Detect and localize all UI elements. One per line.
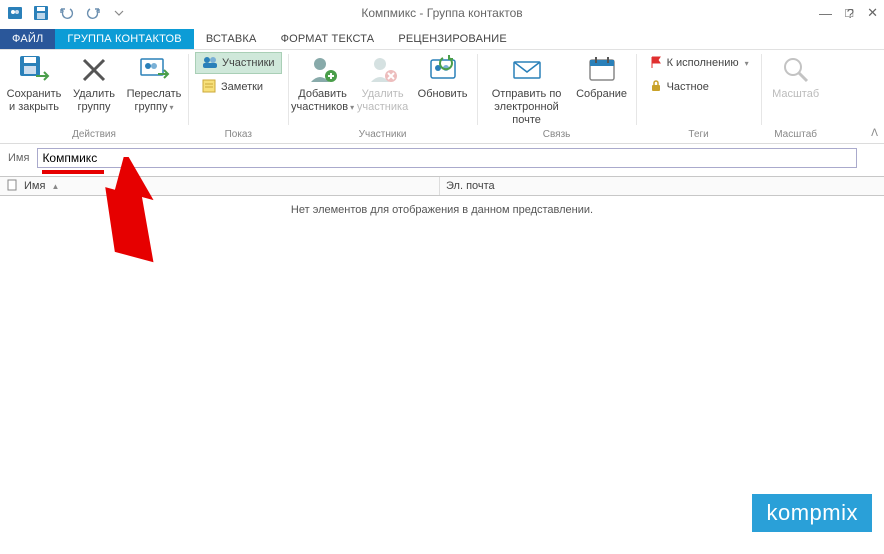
group-name-input[interactable] (37, 148, 857, 168)
notes-icon (201, 78, 217, 97)
private-button[interactable]: Частное (643, 76, 755, 98)
tab-format-text[interactable]: ФОРМАТ ТЕКСТА (269, 29, 387, 49)
follow-up-button[interactable]: К исполнению ▾ (643, 52, 755, 74)
group-connect: Отправить поэлектронной почте Собрание С… (478, 50, 636, 143)
update-button[interactable]: Обновить (415, 52, 471, 101)
tab-review[interactable]: РЕЦЕНЗИРОВАНИЕ (386, 29, 519, 49)
name-label: Имя (8, 152, 29, 164)
sort-asc-icon: ▲ (51, 182, 59, 191)
flag-icon (649, 55, 663, 72)
watermark: kompmix (752, 494, 872, 532)
lock-icon (649, 79, 663, 96)
add-members-button[interactable]: Добавитьучастников▾ (295, 52, 351, 114)
save-icon[interactable] (30, 2, 52, 24)
window-title: Компмикс - Группа контактов (361, 6, 522, 20)
ribbon: Сохранитьи закрыть Удалитьгруппу Пересла… (0, 50, 884, 144)
delete-group-button[interactable]: Удалитьгруппу (66, 52, 122, 114)
highlight-underline (42, 170, 104, 174)
window-controls: — (819, 6, 832, 21)
email-icon (511, 54, 543, 86)
close-button[interactable]: ✕ (867, 5, 878, 21)
group-tags: К исполнению ▾ Частное Теги (637, 50, 761, 143)
members-icon (202, 54, 218, 73)
column-email[interactable]: Эл. почта (440, 180, 495, 192)
maximize-button[interactable]: □ (845, 5, 853, 21)
group-zoom: Масштаб Масштаб (762, 50, 830, 143)
save-close-button[interactable]: Сохранитьи закрыть (6, 52, 62, 114)
remove-member-icon (367, 54, 399, 86)
empty-list-message: Нет элементов для отображения в данном п… (0, 196, 884, 224)
qat-customize-icon[interactable] (108, 2, 130, 24)
collapse-ribbon-icon[interactable]: ᐱ (871, 128, 878, 139)
forward-icon (138, 54, 170, 86)
redo-icon[interactable] (82, 2, 104, 24)
notes-button[interactable]: Заметки (195, 76, 282, 98)
quick-access-toolbar (4, 2, 130, 24)
delete-icon (78, 54, 110, 86)
chevron-down-icon: ▾ (745, 59, 749, 68)
group-show: Участники Заметки Показ (189, 50, 288, 143)
zoom-button: Масштаб (768, 52, 824, 101)
update-icon (427, 54, 459, 86)
group-members: Добавитьучастников▾ Удалитьучастника Обн… (289, 50, 477, 143)
window-controls-2: □ ✕ (845, 5, 878, 21)
name-field-row: Имя (0, 144, 884, 170)
tab-contact-group[interactable]: ГРУППА КОНТАКТОВ (55, 29, 193, 49)
zoom-icon (780, 54, 812, 86)
forward-group-button[interactable]: Переслатьгруппу▾ (126, 52, 182, 114)
minimize-button[interactable]: — (819, 6, 832, 21)
group-actions: Сохранитьи закрыть Удалитьгруппу Пересла… (0, 50, 188, 143)
calendar-icon (586, 54, 618, 86)
title-bar: Компмикс - Группа контактов ? — □ ✕ (0, 0, 884, 26)
members-button[interactable]: Участники (195, 52, 282, 74)
remove-member-button: Удалитьучастника (355, 52, 411, 114)
ribbon-tabs: ФАЙЛ ГРУППА КОНТАКТОВ ВСТАВКА ФОРМАТ ТЕК… (0, 26, 884, 50)
send-email-button[interactable]: Отправить поэлектронной почте (484, 52, 570, 127)
column-name[interactable]: Имя ▲ (0, 177, 440, 195)
undo-icon[interactable] (56, 2, 78, 24)
tab-insert[interactable]: ВСТАВКА (194, 29, 269, 49)
save-close-icon (18, 54, 50, 86)
contacts-icon[interactable] (4, 2, 26, 24)
tab-file[interactable]: ФАЙЛ (0, 29, 55, 49)
add-member-icon (307, 54, 339, 86)
list-header: Имя ▲ Эл. почта (0, 176, 884, 196)
doc-icon (6, 179, 18, 194)
meeting-button[interactable]: Собрание (574, 52, 630, 101)
